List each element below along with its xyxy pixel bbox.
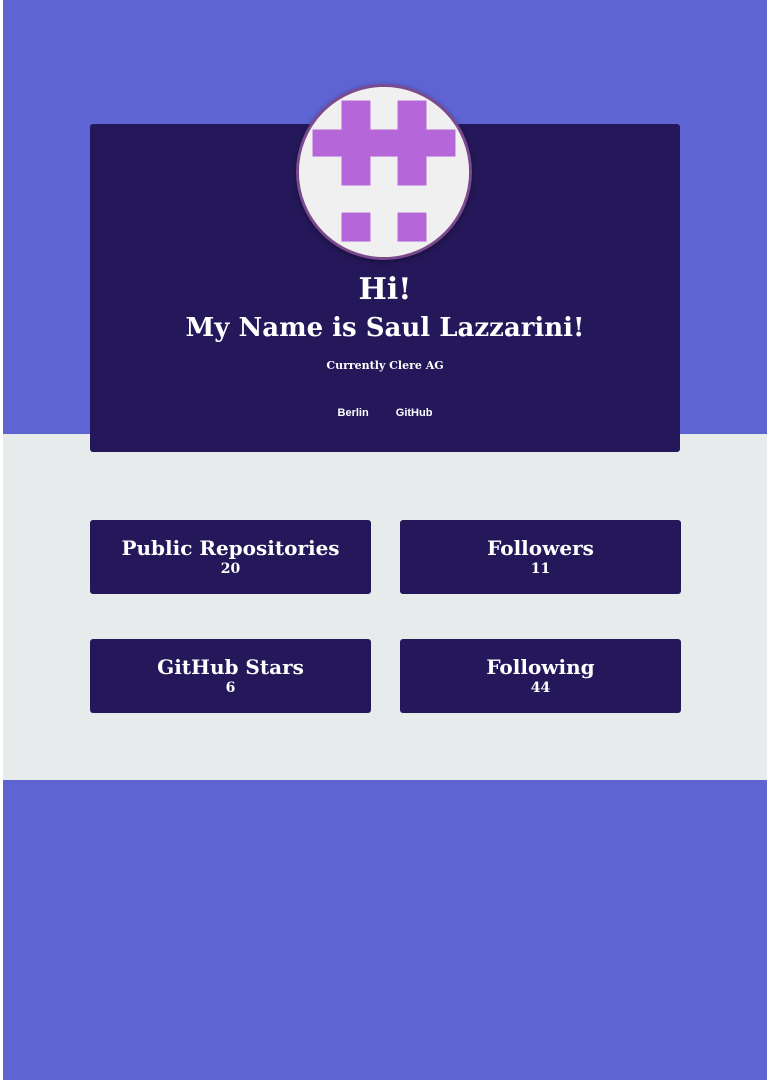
github-link[interactable]: GitHub bbox=[396, 404, 433, 422]
identicon-avatar-icon bbox=[299, 87, 469, 257]
avatar bbox=[296, 84, 472, 260]
stat-value: 6 bbox=[225, 680, 236, 696]
stat-card-followers: Followers 11 bbox=[400, 520, 681, 594]
stat-card-github-stars: GitHub Stars 6 bbox=[90, 639, 371, 713]
greeting-heading: Hi! bbox=[358, 272, 412, 307]
stat-label: Following bbox=[486, 655, 595, 679]
name-heading: My Name is Saul Lazzarini! bbox=[185, 313, 585, 343]
location-link[interactable]: Berlin bbox=[338, 404, 369, 422]
footer-band bbox=[3, 780, 767, 1080]
profile-links: Berlin GitHub bbox=[90, 404, 680, 422]
stat-label: Followers bbox=[487, 536, 594, 560]
company-text: Currently Clere AG bbox=[326, 359, 444, 372]
stat-value: 20 bbox=[220, 561, 241, 577]
stat-value: 44 bbox=[530, 680, 551, 696]
stat-card-public-repositories: Public Repositories 20 bbox=[90, 520, 371, 594]
stat-label: Public Repositories bbox=[121, 536, 340, 560]
page: Hi! My Name is Saul Lazzarini! Currently… bbox=[0, 0, 770, 1084]
stat-value: 11 bbox=[530, 561, 551, 577]
stats-band bbox=[3, 434, 767, 780]
stat-label: GitHub Stars bbox=[157, 655, 304, 679]
stat-card-following: Following 44 bbox=[400, 639, 681, 713]
